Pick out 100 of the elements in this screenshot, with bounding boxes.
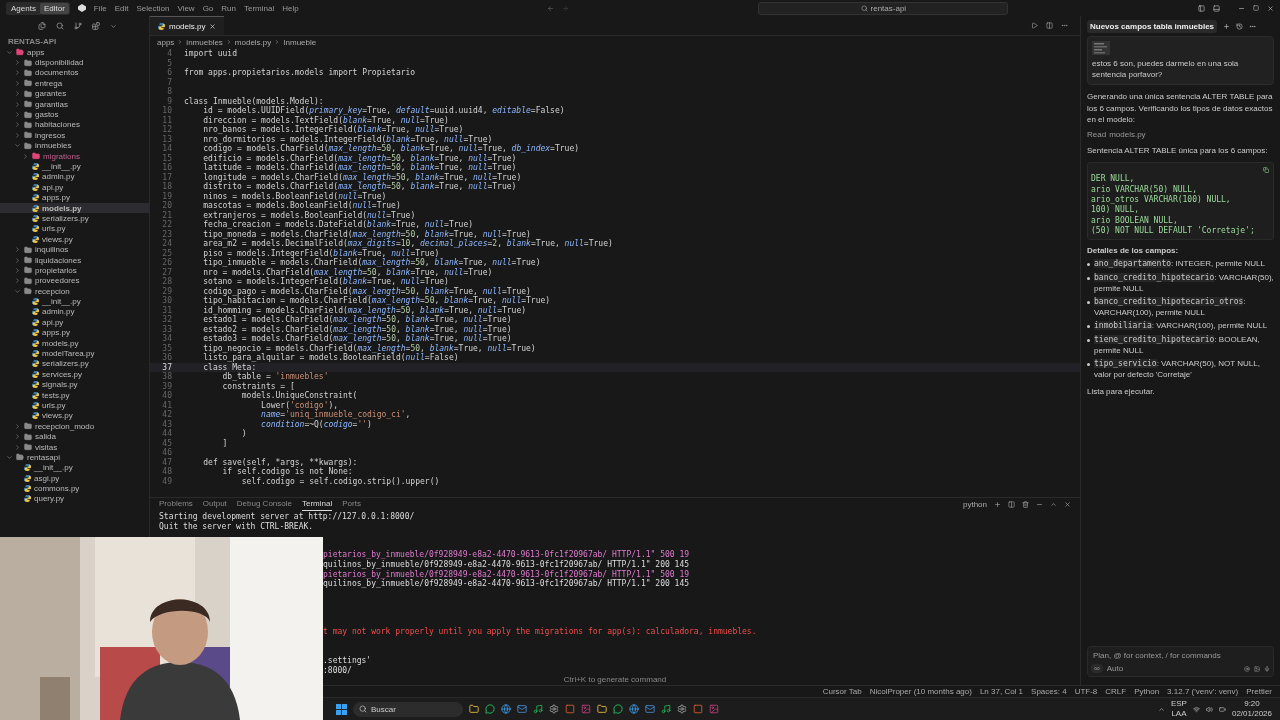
- extensions-icon[interactable]: [92, 22, 100, 30]
- run-icon[interactable]: [1031, 22, 1038, 29]
- tree-item[interactable]: salida: [0, 431, 149, 442]
- menu-item[interactable]: Terminal: [244, 3, 275, 13]
- gear-icon[interactable]: [549, 704, 559, 714]
- tree-item[interactable]: urls.py: [0, 400, 149, 411]
- tree-item[interactable]: modelTarea.py: [0, 348, 149, 359]
- close-icon[interactable]: [1064, 500, 1071, 508]
- status-item[interactable]: Spaces: 4: [1031, 687, 1067, 696]
- breadcrumb-item[interactable]: inmuebles: [186, 37, 223, 47]
- menu-item[interactable]: Help: [282, 3, 299, 13]
- mode-dropdown[interactable]: ∞: [1091, 664, 1103, 673]
- menu-item[interactable]: File: [93, 3, 107, 13]
- tree-item[interactable]: migrations: [0, 150, 149, 162]
- folder-icon[interactable]: [469, 704, 479, 714]
- taskbar-search[interactable]: Buscar: [353, 701, 463, 717]
- status-item[interactable]: Python: [1134, 687, 1160, 696]
- sidebar-toggle-icon[interactable]: [1198, 4, 1205, 12]
- copy-icon[interactable]: [1263, 167, 1269, 174]
- chevron-up-icon[interactable]: [1157, 705, 1165, 713]
- breadcrumb-item[interactable]: Inmueble: [283, 37, 317, 47]
- language-region[interactable]: LAA: [1171, 709, 1187, 719]
- tree-item[interactable]: entrega: [0, 78, 149, 89]
- close-icon[interactable]: [209, 22, 217, 30]
- image-icon[interactable]: [709, 704, 719, 714]
- image-icon[interactable]: [581, 704, 591, 714]
- tree-item[interactable]: __init__.py: [0, 462, 149, 473]
- tree-item[interactable]: api.py: [0, 317, 149, 328]
- panel-tab[interactable]: Problems: [159, 497, 193, 511]
- chevron-down-icon[interactable]: [14, 287, 21, 295]
- terminal-name[interactable]: python: [962, 499, 987, 509]
- menu-item[interactable]: Go: [202, 3, 214, 13]
- search-field[interactable]: rentas-api: [758, 1, 1009, 15]
- tree-item[interactable]: __init__.py: [0, 161, 149, 172]
- status-item[interactable]: CRLF: [1105, 687, 1127, 696]
- tree-item[interactable]: query.py: [0, 493, 149, 505]
- tree-item[interactable]: garantes: [0, 88, 149, 99]
- mode-tab[interactable]: Agents: [7, 2, 40, 14]
- files-icon[interactable]: [38, 22, 46, 30]
- mic-icon[interactable]: [1264, 665, 1270, 672]
- status-item[interactable]: NicolProper (10 months ago): [869, 687, 972, 696]
- chevron-down-icon[interactable]: [110, 22, 117, 30]
- panel-tab[interactable]: Output: [202, 497, 227, 511]
- tree-item[interactable]: inmuebles: [0, 140, 149, 151]
- chat-bubble-icon[interactable]: [485, 704, 495, 714]
- tree-item[interactable]: views.py: [0, 410, 149, 422]
- battery-icon[interactable]: [1218, 705, 1226, 713]
- mail-icon[interactable]: [645, 704, 655, 714]
- mail-icon[interactable]: [517, 704, 527, 714]
- status-item[interactable]: UTF-8: [1074, 687, 1098, 696]
- windows-logo-icon[interactable]: [336, 703, 347, 715]
- file-tab[interactable]: models.py: [150, 16, 225, 35]
- tree-item[interactable]: models.py: [0, 202, 149, 214]
- clock-time[interactable]: 9:20: [1244, 699, 1260, 709]
- chevron-down-icon[interactable]: [6, 48, 13, 56]
- menu-item[interactable]: View: [177, 3, 195, 13]
- tree-item[interactable]: propietarios: [0, 265, 149, 276]
- tree-item[interactable]: asgi.py: [0, 473, 149, 484]
- menu-item[interactable]: Edit: [114, 3, 129, 13]
- tree-item[interactable]: services.py: [0, 369, 149, 380]
- language-code[interactable]: ESP: [1170, 699, 1187, 709]
- tree-item[interactable]: ingresos: [0, 130, 149, 141]
- history-icon[interactable]: [1236, 22, 1244, 30]
- tree-item[interactable]: habitaciones: [0, 119, 149, 131]
- mode-tab[interactable]: Editor: [39, 2, 69, 14]
- chat-bubble-icon[interactable]: [613, 704, 623, 714]
- panel-toggle-icon[interactable]: [1213, 4, 1220, 12]
- tree-item[interactable]: serializers.py: [0, 213, 149, 224]
- split-editor-icon[interactable]: [1046, 22, 1053, 29]
- chevron-down-icon[interactable]: [14, 142, 21, 150]
- tree-item[interactable]: liquidaciones: [0, 254, 149, 266]
- menu-item[interactable]: Selection: [136, 3, 170, 13]
- status-item[interactable]: Prettier: [1246, 687, 1272, 696]
- chevron-up-icon[interactable]: [1050, 500, 1057, 508]
- folder-icon[interactable]: [597, 704, 607, 714]
- image-icon[interactable]: [1254, 665, 1260, 672]
- maximize-icon[interactable]: [1253, 5, 1259, 11]
- tree-item[interactable]: gastos: [0, 109, 149, 120]
- search-icon[interactable]: [56, 22, 64, 30]
- music-icon[interactable]: [661, 704, 671, 714]
- wifi-icon[interactable]: [1192, 705, 1200, 713]
- volume-icon[interactable]: [1205, 705, 1213, 713]
- tree-item[interactable]: apps: [0, 47, 149, 58]
- tree-item[interactable]: tests.py: [0, 389, 149, 401]
- status-item[interactable]: Cursor Tab: [822, 687, 862, 696]
- add-icon[interactable]: [1223, 22, 1231, 30]
- tree-item[interactable]: commons.py: [0, 483, 149, 494]
- tree-item[interactable]: admin.py: [0, 171, 149, 183]
- status-item[interactable]: Ln 37, Col 1: [979, 687, 1024, 696]
- tree-item[interactable]: urls.py: [0, 223, 149, 235]
- tree-item[interactable]: disponibilidad: [0, 57, 149, 68]
- panel-tab[interactable]: Ports: [342, 497, 361, 511]
- chevron-right-icon[interactable]: [22, 152, 29, 160]
- status-item[interactable]: 3.12.7 ('venv': venv): [1167, 687, 1239, 696]
- globe-icon[interactable]: [629, 704, 639, 714]
- chat-input[interactable]: Plan, @ for context, / for commands ∞ Auto: [1087, 646, 1274, 677]
- tree-item[interactable]: rentasapi: [0, 452, 149, 463]
- tree-item[interactable]: admin.py: [0, 306, 149, 318]
- tree-item[interactable]: views.py: [0, 234, 149, 245]
- split-icon[interactable]: [1008, 500, 1015, 508]
